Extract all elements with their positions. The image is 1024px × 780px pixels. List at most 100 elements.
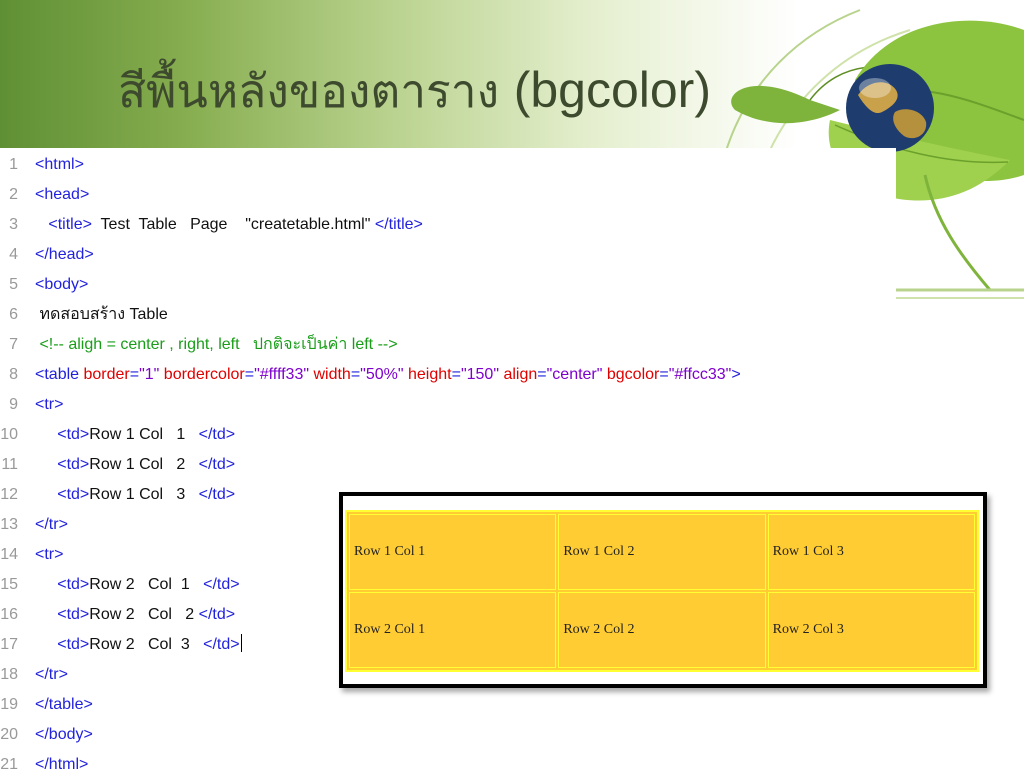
line-number: 11 [1, 456, 18, 473]
code-token: </body> [35, 726, 93, 743]
line-number: 17 [0, 636, 18, 653]
code-token: Row 2 Col 3 [89, 636, 204, 653]
code-token: Row 1 Col 2 [89, 456, 199, 473]
line-number: 4 [9, 246, 18, 263]
code-token: "center" [546, 366, 603, 383]
code-token: <table [35, 366, 84, 383]
code-token: = [350, 366, 361, 383]
code-token: </td> [203, 636, 240, 653]
code-token: "#ffff33" [254, 366, 310, 383]
line-number: 20 [0, 726, 18, 743]
code-text: </tr> [35, 510, 68, 540]
code-token: "150" [460, 366, 500, 383]
code-token: = [451, 366, 461, 383]
text-cursor [240, 634, 242, 652]
code-text: ทดสอบสร้าง Table [35, 300, 168, 330]
code-token: Test Table Page "createtable.html" [91, 216, 375, 233]
line-number: 8 [9, 366, 18, 383]
code-text: <td>Row 2 Col 2 </td> [35, 600, 235, 630]
code-token: = [537, 366, 547, 383]
code-token: </title> [374, 216, 423, 233]
code-token: Row 1 Col 1 [89, 426, 199, 443]
line-number: 3 [9, 216, 18, 233]
code-token: </tr> [35, 666, 68, 683]
line-number: 7 [9, 336, 18, 353]
line-number: 2 [9, 186, 18, 203]
code-token: align [499, 366, 538, 383]
code-token: </td> [203, 576, 240, 593]
code-text: </tr> [35, 660, 68, 690]
code-text: <!-- aligh = center , right, left ปกติจะ… [35, 330, 398, 360]
code-token: </head> [35, 246, 94, 263]
table-row: Row 2 Col 1 Row 2 Col 2 Row 2 Col 3 [349, 592, 975, 668]
code-token: Row 2 Col 1 [89, 576, 204, 593]
code-text: <head> [35, 180, 89, 210]
slide-title-thai: สีพื้นหลังของตาราง [118, 64, 500, 118]
code-token: bordercolor [159, 366, 245, 383]
code-text: <td>Row 1 Col 1 </td> [35, 420, 235, 450]
code-token: Row 1 Col 3 [89, 486, 199, 503]
code-token: </td> [198, 606, 236, 623]
line-number: 10 [0, 426, 18, 443]
code-text: <table border="1" bordercolor="#ffff33" … [35, 360, 741, 390]
code-text: </head> [35, 240, 94, 270]
code-text: <td>Row 1 Col 3 </td> [35, 480, 235, 510]
code-token: <td> [57, 576, 90, 593]
code-token: = [129, 366, 140, 383]
code-text: <td>Row 1 Col 2 </td> [35, 450, 235, 480]
code-token: <tr> [35, 396, 64, 413]
code-token: bgcolor [602, 366, 660, 383]
code-text: <tr> [35, 540, 63, 570]
line-number: 21 [0, 756, 18, 773]
line-number: 12 [0, 486, 18, 503]
code-token: ทดสอบสร้าง Table [35, 306, 168, 323]
line-number: 5 [9, 276, 18, 293]
code-text: <td>Row 2 Col 3 </td> [35, 630, 242, 660]
line-number: 16 [0, 606, 18, 623]
code-token: border [83, 366, 130, 383]
table-cell: Row 1 Col 3 [767, 514, 975, 590]
table-cell: Row 2 Col 2 [558, 592, 766, 668]
code-token: "1" [139, 366, 160, 383]
code-token: </td> [198, 426, 236, 443]
code-token: </td> [198, 486, 236, 503]
code-token: <td> [57, 456, 90, 473]
line-number: 18 [0, 666, 18, 683]
table-cell: Row 2 Col 3 [767, 592, 975, 668]
slide-title-latin: (bgcolor) [513, 62, 711, 118]
table-row: Row 1 Col 1 Row 1 Col 2 Row 1 Col 3 [349, 514, 975, 590]
line-number: 15 [0, 576, 18, 593]
code-token: </html> [35, 756, 89, 773]
table-cell: Row 2 Col 1 [349, 592, 557, 668]
line-number: 14 [0, 546, 18, 563]
code-text: <body> [35, 270, 88, 300]
code-text: <title> Test Table Page "createtable.htm… [35, 210, 423, 240]
line-number: 19 [0, 696, 18, 713]
code-token: <td> [57, 426, 90, 443]
code-text: </table> [35, 690, 93, 720]
slide-title: สีพื้นหลังของตาราง (bgcolor) [118, 58, 711, 123]
code-text: <html> [35, 150, 84, 180]
code-token: <title> [48, 216, 92, 233]
code-token: > [731, 366, 741, 383]
code-token: Row 2 Col 2 [89, 606, 199, 623]
line-number: 9 [9, 396, 18, 413]
code-token: <head> [35, 186, 90, 203]
code-token: "#ffcc33" [668, 366, 732, 383]
code-token: <body> [35, 276, 89, 293]
code-token: <!-- aligh = center , right, left ปกติจะ… [35, 336, 398, 353]
table-preview-window: Row 1 Col 1 Row 1 Col 2 Row 1 Col 3 Row … [339, 492, 987, 688]
code-token: width [309, 366, 351, 383]
line-number: 13 [0, 516, 18, 533]
code-token: height [403, 366, 452, 383]
code-text: </body> [35, 720, 93, 750]
code-token: "50%" [360, 366, 404, 383]
code-token: = [659, 366, 669, 383]
code-token: </tr> [35, 516, 68, 533]
